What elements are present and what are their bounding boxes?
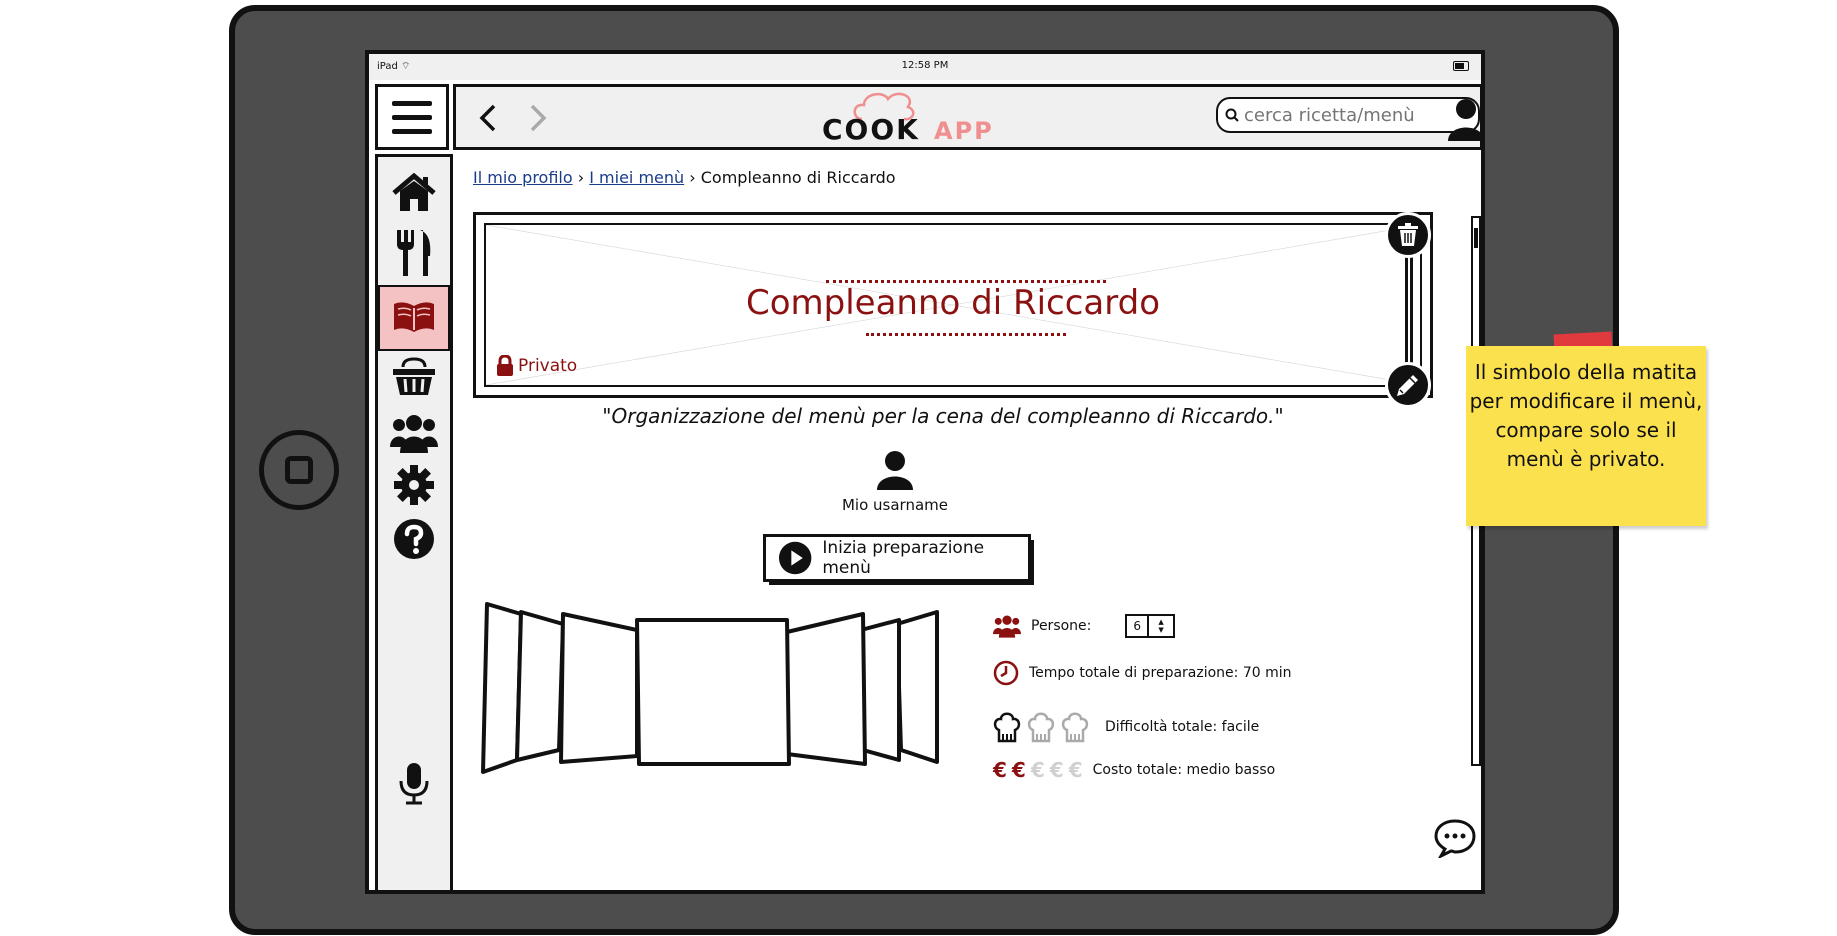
persons-value: 6 <box>1133 619 1142 633</box>
pencil-icon <box>1397 375 1418 396</box>
persons-icon <box>993 615 1021 638</box>
gear-icon <box>394 465 434 505</box>
cost-label: Costo totale: medio basso <box>1092 762 1276 778</box>
search-box[interactable] <box>1216 97 1480 133</box>
sidebar-item-shopping[interactable] <box>388 351 440 403</box>
play-icon <box>778 541 812 575</box>
trash-icon <box>1398 223 1418 246</box>
menu-cover-banner: Compleanno di Riccardo Privato <box>473 212 1433 398</box>
scrollbar-thumb[interactable] <box>1474 228 1478 248</box>
chef-hat-empty-icon <box>1027 712 1055 743</box>
sidebar-item-recipes[interactable] <box>388 227 440 279</box>
breadcrumb-link-profile[interactable]: Il mio profilo <box>473 168 573 187</box>
difficulty-label: Difficoltà totale: facile <box>1105 719 1260 735</box>
help-icon <box>394 519 434 559</box>
status-time: 12:58 PM <box>901 60 949 71</box>
status-bar: iPad ⌔ 12:58 PM <box>369 54 1481 80</box>
persons-label: Persone: <box>1031 618 1092 634</box>
breadcrumb-current: Compleanno di Riccardo <box>700 168 896 187</box>
sidebar-item-voice[interactable] <box>388 757 440 809</box>
difficulty-hats <box>993 710 1089 744</box>
sidebar <box>375 154 453 890</box>
user-profile-icon[interactable] <box>1446 97 1485 141</box>
chef-hat-filled-icon <box>993 712 1021 743</box>
privacy-badge: Privato <box>496 355 577 377</box>
start-preparation-label: Inizia preparazione menù <box>822 538 985 578</box>
forward-arrow-icon[interactable] <box>526 103 550 133</box>
sidebar-item-settings[interactable] <box>388 459 440 511</box>
stepper-arrows[interactable]: ▲ ▼ <box>1147 616 1173 636</box>
main-content: Il mio profilo › I miei menù › Compleann… <box>453 154 1481 890</box>
carousel-card-center[interactable] <box>635 618 791 766</box>
euro-filled-icon: € <box>1011 758 1026 782</box>
app-logo: COOK APP <box>822 89 1002 147</box>
cost-row: € € € € € Costo totale: medio basso <box>993 758 1275 782</box>
group-icon <box>390 415 438 453</box>
cost-euros: € € € € € <box>993 758 1083 782</box>
clock-icon <box>993 660 1019 686</box>
breadcrumb-separator: › <box>689 168 696 187</box>
menu-description: "Organizzazione del menù per la cena del… <box>602 404 1284 428</box>
battery-icon <box>1453 61 1469 71</box>
back-arrow-icon[interactable] <box>476 103 500 133</box>
carousel-card[interactable] <box>559 612 639 764</box>
privacy-label: Privato <box>518 356 578 376</box>
chat-icon[interactable] <box>1433 818 1477 858</box>
carousel-card[interactable] <box>785 612 867 766</box>
edit-menu-button[interactable] <box>1385 362 1431 408</box>
sidebar-item-community[interactable] <box>388 407 440 459</box>
carousel-card[interactable] <box>895 610 939 764</box>
search-icon <box>1225 108 1239 122</box>
author-avatar-icon <box>877 451 913 490</box>
carousel-card[interactable] <box>515 610 565 762</box>
basket-icon <box>393 357 435 395</box>
author-name: Mio usarname <box>841 496 948 514</box>
logo-accent-text: APP <box>934 117 994 145</box>
persons-row: Persone: 6 ▲ ▼ <box>993 614 1176 638</box>
difficulty-row: Difficoltà totale: facile <box>993 710 1259 744</box>
euro-filled-icon: € <box>993 758 1007 782</box>
hamburger-menu-button[interactable] <box>375 84 449 150</box>
lock-icon <box>497 355 513 376</box>
sidebar-item-help[interactable] <box>388 513 440 565</box>
time-row: Tempo totale di preparazione: 70 min <box>993 660 1292 686</box>
stepper-down-icon[interactable]: ▼ <box>1158 626 1163 634</box>
euro-empty-icon: € <box>1030 758 1045 782</box>
persons-stepper[interactable]: 6 ▲ ▼ <box>1125 614 1176 638</box>
sidebar-item-home[interactable] <box>388 167 440 219</box>
chef-hat-empty-icon <box>1061 712 1089 743</box>
fork-knife-icon <box>397 230 431 276</box>
title-dots-bottom <box>866 333 1066 336</box>
top-bar: COOK APP <box>453 84 1485 150</box>
tablet-home-button[interactable] <box>259 430 339 510</box>
microphone-icon <box>399 763 429 805</box>
cover-image-placeholder: Compleanno di Riccardo Privato <box>484 223 1422 387</box>
logo-main-text: COOK <box>822 113 920 146</box>
carousel-card[interactable] <box>481 602 523 774</box>
app-screen: iPad ⌔ 12:58 PM COOK APP cerca ricetta/m… <box>365 50 1485 894</box>
menu-title: Compleanno di Riccardo <box>745 283 1161 323</box>
sidebar-item-my-menus[interactable] <box>388 291 440 343</box>
breadcrumb-link-menus[interactable]: I miei menù <box>589 168 684 187</box>
sticky-note: Il simbolo della matita per modificare i… <box>1466 346 1706 526</box>
delete-menu-button[interactable] <box>1385 212 1431 258</box>
euro-empty-icon: € <box>1068 758 1083 782</box>
open-book-icon <box>394 302 434 332</box>
start-preparation-button[interactable]: Inizia preparazione menù <box>763 534 1034 585</box>
home-icon <box>392 173 436 211</box>
stepper-up-icon[interactable]: ▲ <box>1158 618 1163 626</box>
euro-empty-icon: € <box>1049 758 1064 782</box>
menu-author[interactable]: Mio usarname <box>839 450 951 514</box>
breadcrumb-separator: › <box>577 168 585 187</box>
recipe-coverflow-carousel[interactable] <box>481 600 941 782</box>
breadcrumb: Il mio profilo › I miei menù › Compleann… <box>473 168 896 187</box>
search-input[interactable] <box>1242 103 1466 127</box>
carousel-card[interactable] <box>859 618 901 762</box>
time-label: Tempo totale di preparazione: 70 min <box>1029 665 1292 681</box>
